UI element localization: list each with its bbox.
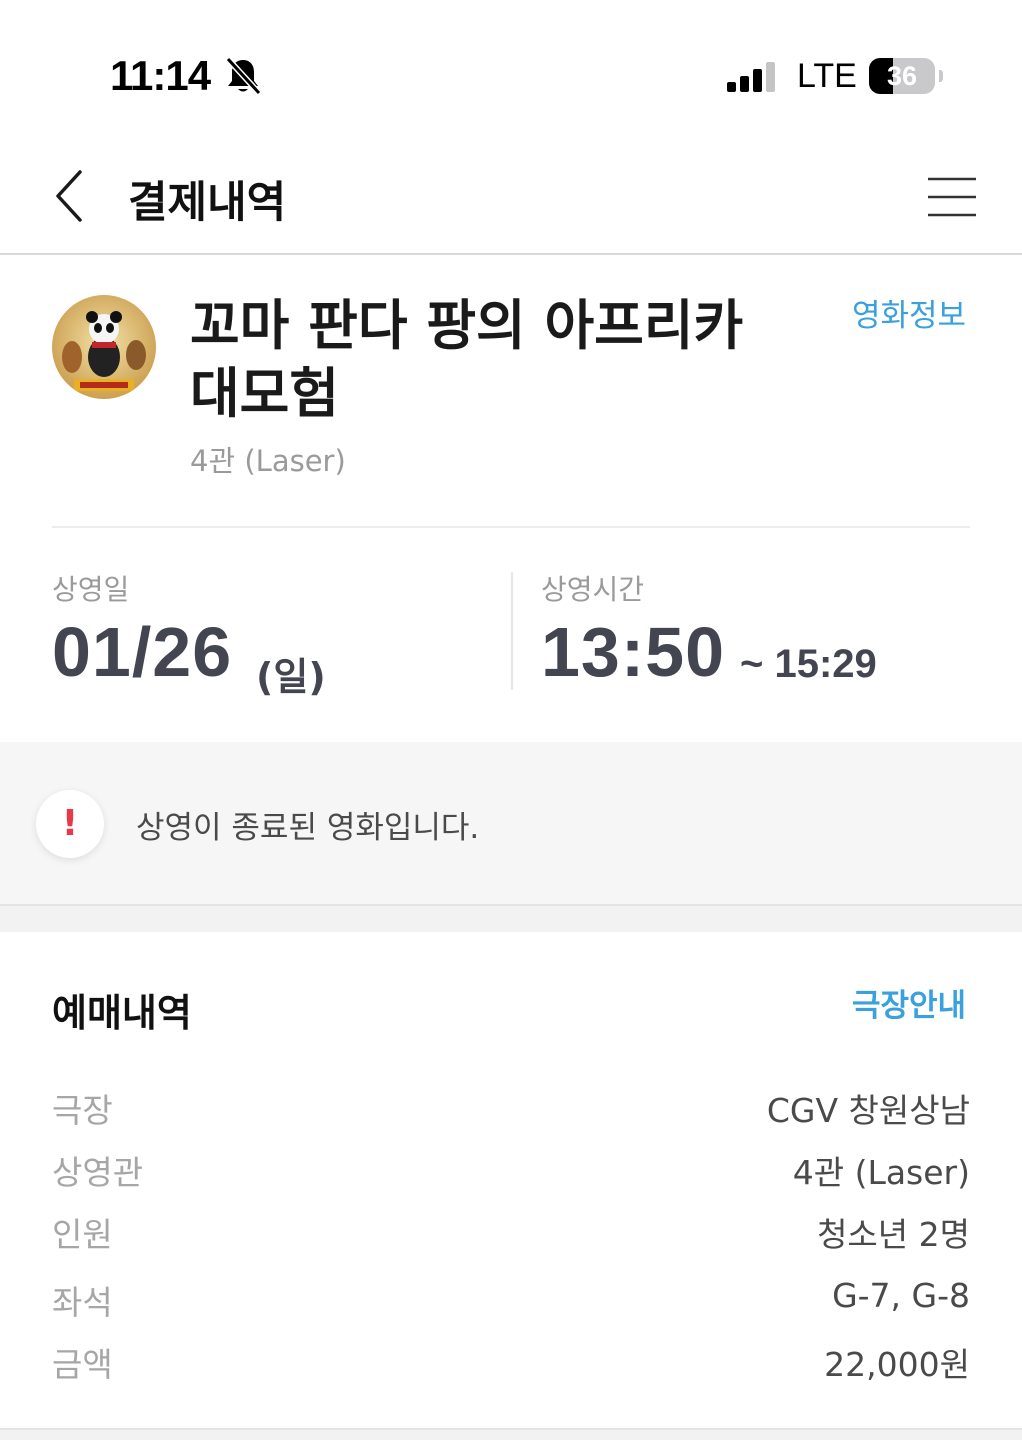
chevron-left-icon[interactable]: [52, 168, 88, 224]
booking-title: 예매내역: [52, 991, 192, 1035]
section-separator: [0, 904, 1022, 932]
signal-icon: [727, 62, 775, 92]
row-label-screen: 상영관: [52, 1153, 144, 1192]
date-day: (일): [256, 655, 326, 699]
movie-poster[interactable]: [52, 295, 156, 399]
battery-icon: 36: [869, 58, 943, 94]
time-start: 13:50: [541, 613, 726, 691]
notice-text: 상영이 종료된 영화입니다.: [136, 810, 480, 846]
bottom-divider: [0, 1428, 1022, 1440]
status-time: 11:14: [110, 52, 211, 99]
theater-info-link[interactable]: 극장안내: [852, 980, 966, 1025]
hamburger-icon[interactable]: [928, 176, 976, 218]
time-end: ~ 15:29: [740, 642, 877, 686]
row-value-people: 청소년 2명: [817, 1215, 970, 1254]
row-value-theater: CGV 창원상남: [766, 1091, 970, 1130]
date-value: 01/26: [52, 613, 233, 691]
column-divider: [511, 572, 513, 690]
row-label-theater: 극장: [52, 1091, 113, 1130]
movie-screen: 4관 (Laser): [190, 444, 346, 478]
payment-history-screen: 11:14 LTE 36 결제내역 꼬마 판다 팡의 아프리카 대모험 영화정보…: [0, 0, 1022, 1440]
row-value-seat: G-7, G-8: [832, 1276, 970, 1315]
battery-level: 36: [886, 61, 918, 91]
page-title: 결제내역: [128, 178, 287, 228]
row-label-price: 금액: [52, 1345, 113, 1384]
row-value-price: 22,000원: [824, 1345, 970, 1384]
header-divider: [0, 253, 1022, 255]
bell-slash-icon: [225, 56, 262, 96]
movie-info-link[interactable]: 영화정보: [852, 290, 966, 335]
date-label: 상영일: [52, 573, 130, 606]
row-value-screen: 4관 (Laser): [792, 1153, 970, 1192]
network-label: LTE: [797, 57, 857, 95]
section-divider: [52, 526, 970, 528]
row-label-people: 인원: [52, 1215, 113, 1254]
movie-title: 꼬마 판다 팡의 아프리카 대모험: [190, 294, 744, 425]
alert-icon: !: [36, 790, 104, 858]
time-label: 상영시간: [541, 573, 645, 606]
row-label-seat: 좌석: [52, 1283, 113, 1322]
